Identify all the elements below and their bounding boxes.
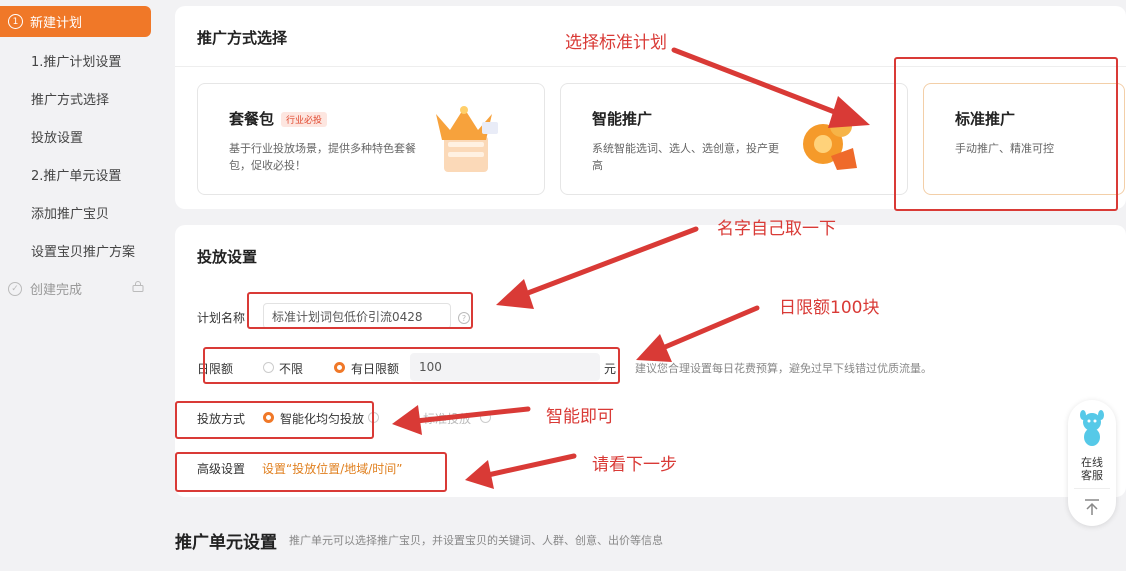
annotation-smart: 智能即可: [546, 407, 614, 427]
sidebar-item-label: 创建完成: [30, 283, 83, 298]
section-title: 推广方式选择: [197, 29, 288, 47]
online-service-panel[interactable]: 在线 客服: [1068, 400, 1116, 526]
sidebar: 1 新建计划 1.推广计划设置 推广方式选择 投放设置 2.推广单元设置 添加推…: [0, 0, 160, 571]
option-desc: 基于行业投放场景，提供多种特色套餐包，促收必投！: [229, 142, 416, 172]
plan-name-label: 计划名称: [197, 311, 246, 325]
annotation-daily: 日限额100块: [779, 298, 880, 318]
radio-info-icon[interactable]: [480, 412, 491, 423]
industry-badge: 行业必投: [281, 112, 328, 127]
back-to-top-icon[interactable]: [1084, 498, 1100, 516]
sidebar-item-done: ✓ 创建完成: [8, 279, 82, 298]
highlight-advanced: [175, 452, 447, 492]
sidebar-item-label: 新建计划: [30, 16, 83, 31]
option-desc: 系统智能选词、选人、选创意，投产更高: [592, 142, 779, 172]
service-label: 客服: [1081, 469, 1103, 482]
step-number-icon: 1: [8, 14, 23, 29]
highlight-delivery-method: [175, 401, 374, 439]
annotation-next: 请看下一步: [592, 455, 677, 475]
sidebar-item-add-product[interactable]: 添加推广宝贝: [31, 203, 109, 222]
highlight-standard-option: [894, 57, 1118, 211]
highlight-plan-name: [247, 292, 473, 329]
sidebar-item-product-plan[interactable]: 设置宝贝推广方案: [31, 241, 135, 260]
mascot-icon: [1080, 410, 1104, 446]
option-title: 智能推广: [592, 110, 653, 128]
annotation-select-standard: 选择标准计划: [565, 33, 667, 53]
crown-gift-icon: [436, 106, 498, 172]
daily-limit-hint: 建议您合理设置每日花费预算，避免过早下线错过优质流量。: [635, 362, 932, 375]
option-title: 套餐包: [229, 110, 275, 128]
service-label: 在线: [1081, 456, 1103, 469]
option-smart[interactable]: 智能推广 系统智能选词、选人、选创意，投产更高: [560, 83, 908, 195]
highlight-daily-limit: [203, 347, 620, 384]
section-title: 投放设置: [197, 248, 258, 266]
sidebar-item-unit-settings[interactable]: 2.推广单元设置: [31, 165, 121, 184]
radio-standard-delivery-label[interactable]: 标准投放: [423, 410, 471, 427]
smart-gear-icon: [803, 115, 857, 170]
sidebar-item-delivery[interactable]: 投放设置: [31, 127, 83, 146]
check-icon: ✓: [8, 281, 22, 296]
divider: [1074, 488, 1110, 489]
sidebar-item-promo-method[interactable]: 推广方式选择: [31, 89, 109, 108]
sidebar-item-new-plan[interactable]: 1 新建计划: [0, 6, 151, 37]
option-package[interactable]: 套餐包 行业必投 基于行业投放场景，提供多种特色套餐包，促收必投！: [197, 83, 545, 195]
unit-section-title: 推广单元设置: [175, 533, 277, 553]
lock-icon: [132, 281, 144, 292]
annotation-name: 名字自己取一下: [717, 219, 836, 239]
sidebar-item-plan-settings[interactable]: 1.推广计划设置: [31, 51, 121, 70]
unit-section-desc: 推广单元可以选择推广宝贝，并设置宝贝的关键词、人群、创意、出价等信息: [289, 534, 663, 547]
